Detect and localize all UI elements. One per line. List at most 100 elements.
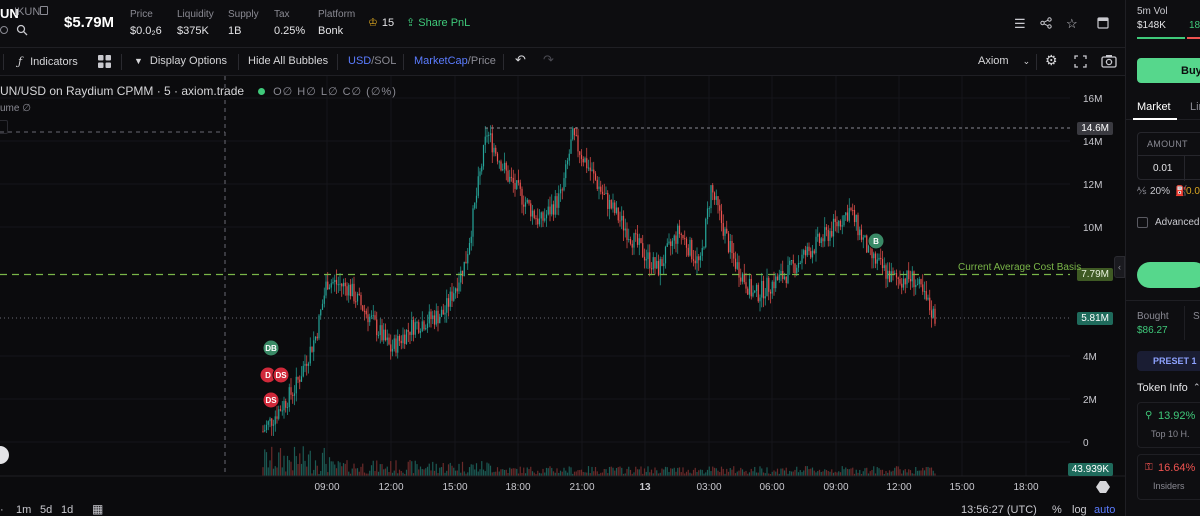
calendar-icon[interactable]: ▦ (92, 502, 103, 516)
volume-bar (496, 467, 499, 476)
currency-toggle[interactable]: USD/SOL (348, 55, 396, 67)
layout-grid-icon[interactable] (98, 55, 111, 68)
candle-body (293, 393, 296, 396)
reference-lines (0, 76, 1070, 476)
preset-1-button[interactable]: PRESET 1 (1137, 351, 1200, 371)
volume-bar (430, 470, 432, 476)
price-option[interactable]: Price (471, 55, 496, 67)
volume-bar (929, 467, 931, 476)
candle-body (610, 199, 612, 209)
sol-option[interactable]: SOL (374, 55, 396, 67)
candle-body (678, 225, 681, 234)
priority-fee-value[interactable]: 0.0 (1186, 186, 1200, 197)
volume-bar (481, 461, 483, 476)
x-tick-label: 09:00 (314, 482, 339, 493)
candle-body (349, 284, 352, 297)
amount-box[interactable]: AMOUNT 0.01 (1137, 132, 1200, 181)
volume-bar (552, 471, 555, 476)
candle-body (806, 246, 808, 256)
panel-collapse-icon[interactable]: ‹ (1114, 256, 1125, 278)
display-options-button[interactable]: ▼ Display Options (134, 55, 227, 67)
candle-body (717, 196, 719, 206)
slippage-value[interactable]: 20% (1150, 186, 1170, 197)
candle-body (458, 282, 460, 292)
camera-icon[interactable] (1101, 54, 1117, 68)
candle-body (580, 154, 583, 159)
copy-icon[interactable] (40, 6, 48, 15)
volume-bar (757, 472, 759, 476)
auto-toggle[interactable]: auto (1094, 504, 1115, 516)
candle-body (353, 283, 355, 302)
price-chart[interactable]: 16M 14M 12M 10M 4M 2M 0 09:00 12:00 15:00 18:00 21:… (0, 76, 1125, 500)
holders-count[interactable]: ♔ 15 (368, 16, 394, 29)
buy-submit-button[interactable] (1137, 262, 1200, 288)
volume-bar (836, 472, 838, 476)
volume-bar (458, 463, 460, 476)
display-options-label: Display Options (149, 55, 227, 67)
trade-bubble-label: B (873, 237, 879, 246)
share-nodes-icon[interactable] (1040, 17, 1052, 29)
tab-market[interactable]: Market (1137, 101, 1171, 113)
scale-handle-icon (1096, 481, 1110, 493)
log-toggle[interactable]: log (1072, 504, 1087, 516)
volume-bar (575, 471, 577, 476)
share-pnl-button[interactable]: ⇪ Share PnL (406, 16, 470, 29)
globe-icon[interactable] (0, 26, 8, 34)
volume-bar (899, 469, 901, 476)
list-icon[interactable]: ☰ (1014, 16, 1026, 32)
candle-body (920, 279, 922, 285)
stat-value: Bonk (318, 25, 344, 37)
range-1d[interactable]: 1d (61, 504, 73, 516)
volume-bar (428, 463, 430, 476)
percent-toggle[interactable]: % (1052, 504, 1062, 516)
volume-bar (748, 472, 751, 476)
range-1m[interactable]: 1m (16, 504, 31, 516)
candle-body (710, 185, 712, 209)
candle-body (311, 346, 313, 352)
chart-legend: UN/USD on Raydium CPMM · 5 · axiom.trade… (0, 84, 397, 98)
metric-toggle[interactable]: MarketCap/Price (414, 55, 496, 67)
settings-gear-icon[interactable]: ⚙ (1045, 52, 1058, 69)
amount-preset[interactable]: 0.01 (1153, 163, 1172, 174)
candle-body (500, 161, 502, 171)
candle-body (626, 228, 628, 240)
candle-body (705, 219, 707, 248)
candle-body (272, 424, 275, 426)
range-5d[interactable]: 5d (40, 504, 52, 516)
chart-canvas[interactable]: 16M 14M 12M 10M 4M 2M 0 09:00 12:00 15:00 18:00 21:… (0, 76, 1125, 500)
source-select[interactable]: Axiom ⌄ (978, 55, 1030, 67)
tab-active-indicator (1133, 118, 1177, 120)
indicators-button[interactable]: ƒ Indicators (18, 55, 78, 68)
token-info-title[interactable]: Token Info (1137, 382, 1188, 394)
candle-body (918, 279, 920, 285)
y-tick-label: 10M (1083, 223, 1102, 234)
volume-bar (531, 471, 534, 476)
star-icon[interactable]: ☆ (1066, 16, 1078, 32)
tab-limit[interactable]: Lin (1190, 101, 1200, 113)
chevron-up-icon[interactable]: ⌃ (1193, 382, 1200, 393)
legend-collapse-button[interactable] (0, 120, 8, 134)
candle-body (666, 243, 668, 247)
volume-bar (645, 471, 647, 476)
search-icon[interactable] (16, 24, 28, 36)
candle-body (290, 387, 292, 395)
fullscreen-icon[interactable] (1074, 55, 1087, 68)
volume-bar (526, 467, 528, 476)
candle-body (922, 284, 924, 292)
undo-icon[interactable]: ↶ (515, 52, 526, 68)
volume-bar (386, 466, 388, 476)
hide-bubbles-button[interactable]: Hide All Bubbles (248, 55, 328, 67)
redo-icon[interactable]: ↷ (543, 52, 554, 68)
advanced-checkbox[interactable] (1137, 217, 1148, 228)
candle-body (701, 247, 703, 256)
window-icon[interactable] (1097, 17, 1109, 29)
marketcap-option[interactable]: MarketCap (414, 55, 468, 67)
buy-tab-button[interactable]: Buy (1137, 58, 1200, 83)
candle-body (479, 171, 481, 177)
volume-bar (708, 466, 710, 476)
candle-body (685, 238, 688, 248)
candle-body (306, 363, 308, 366)
trade-bubble-label: D (265, 371, 271, 380)
usd-option[interactable]: USD (348, 55, 371, 67)
volume-bar (542, 468, 544, 476)
